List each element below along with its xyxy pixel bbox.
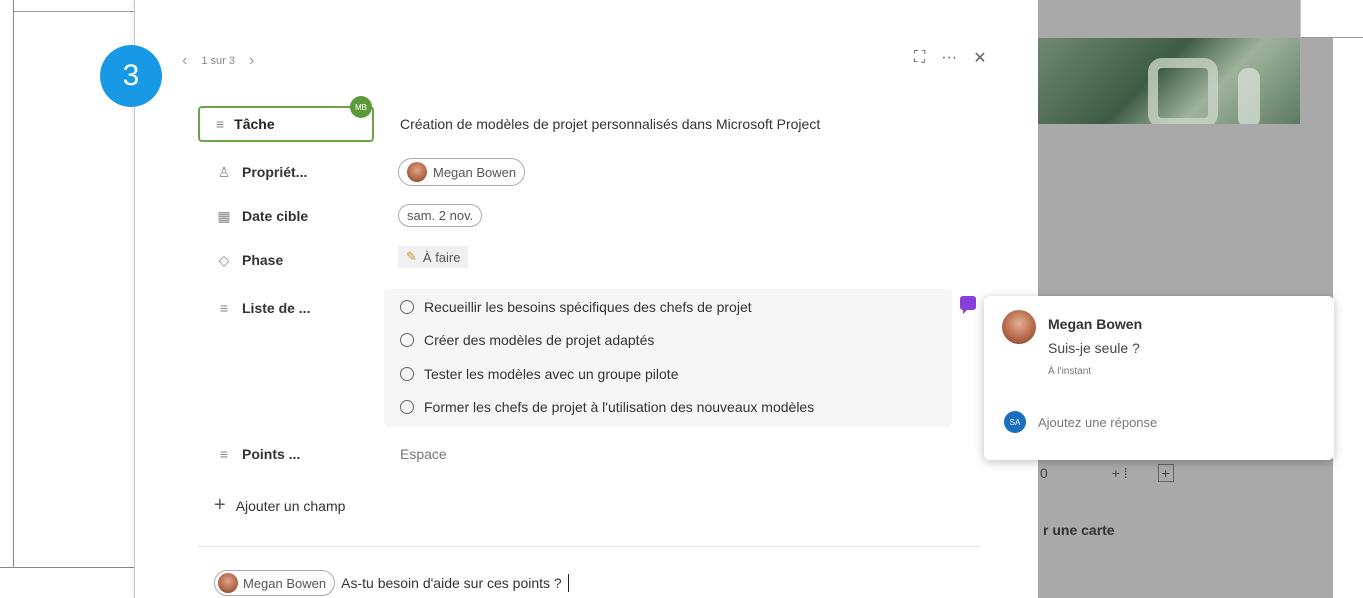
field-label-task[interactable]: ≡ Tâche [198,106,374,142]
comment-composer[interactable]: Megan Bowen As-tu besoin d'aide sur ces … [214,570,569,596]
text-field-icon: ≡ [219,300,229,316]
checklist: Recueillir les besoins spécifiques des c… [384,289,952,427]
field-row-checklist: ≡ Liste de ... [198,290,388,326]
text-field-icon: ≡ [219,446,229,462]
pencil-icon: ✎ [406,249,417,264]
board-add-icon[interactable]: + [1157,464,1174,482]
card-counter: 1 sur 3 [201,55,235,67]
plus-icon: + [214,494,226,516]
more-options-icon[interactable]: ··· [941,49,957,67]
reply-input[interactable]: SA Ajoutez une réponse [996,402,1326,442]
field-label-text: Date cible [242,208,309,224]
comment-icon[interactable] [960,296,976,314]
field-row-phase: ◇ Phase [198,242,388,278]
field-label-text: Liste de ... [242,300,311,316]
editor-avatar: MB [350,96,372,118]
board-counter: 0 [1040,465,1048,481]
avatar [218,573,238,593]
field-row-owner: ♙ Propriét... [198,154,388,190]
checklist-item-text: Recueillir les besoins spécifiques des c… [424,299,752,315]
task-title[interactable]: Création de modèles de projet personnali… [400,116,820,132]
comment-time: À l'instant [1048,366,1092,377]
composer-text: As-tu besoin d'aide sur ces points ? [341,575,562,591]
background-window-edge [0,567,135,568]
field-label-text: Phase [242,252,284,268]
board-add-card-link[interactable]: r une carte [1043,522,1115,538]
checklist-item[interactable]: Former les chefs de projet à l'utilisati… [400,399,814,415]
avatar [1002,310,1036,344]
background-top-strip-right [1300,0,1363,38]
mention-name: Megan Bowen [243,575,327,591]
add-field-button[interactable]: + Ajouter un champ [214,494,345,517]
background-window-frame [0,0,14,568]
mention-pill[interactable]: Megan Bowen [214,570,336,596]
dialog-actions: ⛶ ··· ✕ [914,48,987,68]
next-card-button[interactable]: › [249,52,254,70]
checklist-item[interactable]: Recueillir les besoins spécifiques des c… [400,299,752,315]
reply-placeholder: Ajoutez une réponse [1038,414,1158,430]
points-value[interactable]: Espace [400,446,447,462]
user-avatar: SA [1004,411,1026,433]
checklist-item-text: Former les chefs de projet à l'utilisati… [424,399,815,415]
checkbox-icon[interactable] [400,400,414,414]
avatar [407,162,427,182]
due-date-value: sam. 2 nov. [407,208,474,223]
comment-popup: Megan Bowen Suis-je seule ? À l'instant … [984,296,1334,460]
step-badge: 3 [100,45,162,107]
owner-pill[interactable]: Megan Bowen [398,158,526,186]
field-label-text: Propriét... [242,164,308,180]
card-navigation: ‹ 1 sur 3 › [182,52,254,70]
board-card-controls: 0 + ⁞ + [1040,464,1174,482]
tag-icon: ◇ [218,251,230,268]
field-label-text: Tâche [234,116,275,132]
person-icon: ♙ [217,163,231,180]
phase-chip[interactable]: ✎ À faire [398,246,469,268]
add-field-label: Ajouter un champ [235,497,346,514]
phase-value: À faire [422,249,461,265]
comment-message: Suis-je seule ? [1048,340,1140,356]
checklist-item-text: Créer des modèles de projet adaptés [424,332,655,348]
text-caret [567,574,569,592]
field-label-text: Points ... [242,446,301,462]
board-card-image [1038,38,1333,124]
owner-name: Megan Bowen [433,164,517,180]
field-row-due-date: ▦ Date cible [198,198,388,234]
comment-author: Megan Bowen [1048,316,1143,332]
checkbox-icon[interactable] [400,367,414,381]
checkbox-icon[interactable] [400,333,414,347]
field-row-points: ≡ Points ... [198,436,388,472]
board-plus-icon[interactable]: + ⁞ [1112,465,1128,481]
due-date-pill[interactable]: sam. 2 nov. [398,204,483,227]
expand-icon[interactable]: ⛶ [914,49,925,67]
calendar-icon: ▦ [217,207,231,224]
checklist-item-text: Tester les modèles avec un groupe pilote [424,366,679,382]
close-icon[interactable]: ✕ [973,48,986,68]
checkbox-icon[interactable] [400,300,414,314]
checklist-item[interactable]: Tester les modèles avec un groupe pilote [400,366,678,382]
prev-card-button[interactable]: ‹ [182,52,187,70]
text-field-icon: ≡ [216,116,225,132]
divider [198,546,980,547]
background-top-strip [14,0,135,12]
checklist-item[interactable]: Créer des modèles de projet adaptés [400,332,654,348]
